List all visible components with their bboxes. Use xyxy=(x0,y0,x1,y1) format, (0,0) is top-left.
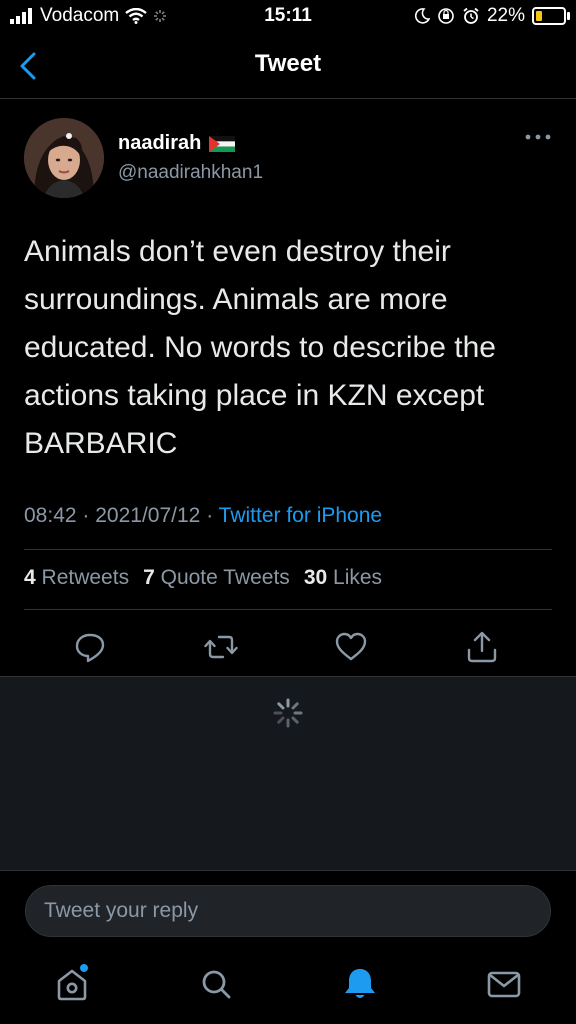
search-icon[interactable] xyxy=(196,964,236,1004)
share-icon[interactable] xyxy=(465,630,499,664)
meta-separator: · xyxy=(206,504,214,527)
replies-section xyxy=(0,676,576,871)
likes-count[interactable]: 30 Likes xyxy=(304,566,382,590)
tweet-timestamp: 08:42 · 2021/07/12 · Twitter for iPhone xyxy=(24,504,382,528)
notifications-icon[interactable] xyxy=(340,964,380,1004)
like-icon[interactable] xyxy=(334,630,368,664)
orientation-lock-icon xyxy=(438,8,454,24)
palestine-flag-icon xyxy=(209,135,236,152)
reply-icon[interactable] xyxy=(73,630,107,664)
avatar-image xyxy=(24,118,104,198)
status-bar: Vodacom 15:11 22% xyxy=(0,0,576,34)
page-title: Tweet xyxy=(254,50,322,77)
status-bar-right: 22% xyxy=(414,5,570,27)
nav-bar: Tweet xyxy=(0,34,576,99)
retweets-count[interactable]: 4 Retweets xyxy=(24,566,129,590)
home-new-indicator xyxy=(80,964,88,972)
likes-number: 30 xyxy=(303,566,328,589)
author-name[interactable]: naadirah xyxy=(118,132,201,155)
tweet-author[interactable]: naadirah @naadirahkhan1 xyxy=(24,118,552,198)
meta-separator: · xyxy=(82,504,90,527)
retweet-icon[interactable] xyxy=(204,630,238,664)
tweet-source-link[interactable]: Twitter for iPhone xyxy=(219,504,382,527)
battery-icon xyxy=(532,7,570,25)
quote-tweets-count[interactable]: 7 Quote Tweets xyxy=(143,566,290,590)
moon-icon xyxy=(414,8,430,24)
reply-bar xyxy=(0,870,576,955)
avatar[interactable] xyxy=(24,118,104,198)
tweet-time: 08:42 xyxy=(24,504,77,527)
battery-fill xyxy=(536,11,542,21)
alarm-icon xyxy=(463,7,479,24)
divider xyxy=(24,609,552,610)
battery-percent: 22% xyxy=(486,5,525,26)
author-handle[interactable]: @naadirahkhan1 xyxy=(118,162,263,184)
engagement-counts: 4 Retweets 7 Quote Tweets 30 Likes xyxy=(24,566,382,590)
divider xyxy=(24,549,552,550)
tweet-date: 2021/07/12 xyxy=(95,504,201,527)
tweet-text: Animals don’t even destroy their surroun… xyxy=(24,235,496,460)
quote-tweets-number: 7 xyxy=(143,566,155,589)
quote-tweets-label: Quote Tweets xyxy=(160,566,290,589)
retweets-label: Retweets xyxy=(41,566,130,589)
likes-label: Likes xyxy=(333,566,383,589)
battery-nub xyxy=(567,12,570,20)
tweet-actions xyxy=(0,620,576,672)
more-options-icon[interactable] xyxy=(524,132,552,142)
retweets-number: 4 xyxy=(24,566,36,589)
messages-icon[interactable] xyxy=(484,964,524,1004)
tab-bar xyxy=(0,954,576,1024)
reply-input[interactable] xyxy=(25,885,551,937)
loading-spinner-icon xyxy=(273,698,303,728)
author-name-row[interactable]: naadirah xyxy=(118,132,236,155)
